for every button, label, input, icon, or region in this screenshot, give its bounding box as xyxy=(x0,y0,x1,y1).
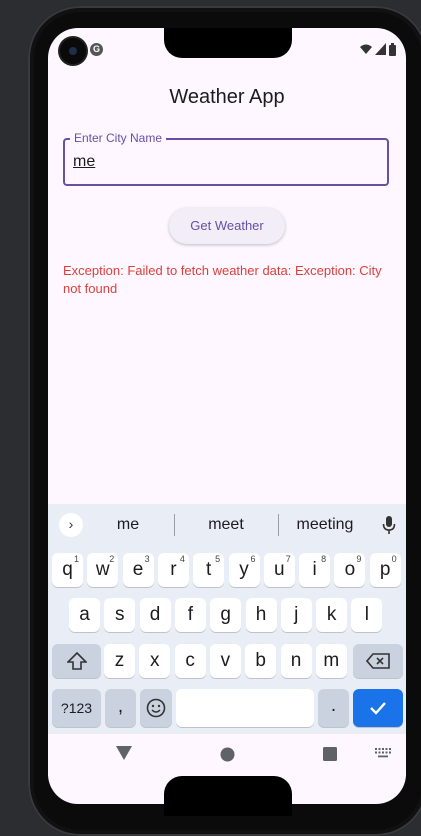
keyboard-switch-icon[interactable] xyxy=(375,748,391,760)
key-label: e xyxy=(132,559,144,580)
back-triangle-icon[interactable] xyxy=(116,746,132,760)
key-label: x xyxy=(150,650,160,671)
key-x[interactable]: x xyxy=(139,644,171,678)
get-weather-button[interactable]: Get Weather xyxy=(169,208,285,244)
key-z[interactable]: z xyxy=(104,644,135,678)
key-label: m xyxy=(323,650,340,671)
backspace-key[interactable] xyxy=(353,644,403,678)
key-hint-number: 5 xyxy=(215,554,221,564)
key-label: g xyxy=(220,604,231,625)
shift-icon xyxy=(65,651,88,670)
suggestion-1[interactable]: me xyxy=(98,516,158,534)
key-hint-number: 6 xyxy=(250,554,256,564)
key-label: r xyxy=(170,559,177,580)
key-label: f xyxy=(187,604,194,625)
key-label: j xyxy=(294,604,299,625)
key-s[interactable]: s xyxy=(104,598,136,632)
key-g[interactable]: g xyxy=(210,598,242,632)
key-label: w xyxy=(95,559,110,580)
status-icons xyxy=(360,42,396,56)
top-notch xyxy=(164,28,292,58)
suggestion-2[interactable]: meet xyxy=(190,516,262,534)
key-hint-number: 9 xyxy=(356,554,362,564)
key-label: p xyxy=(379,559,391,580)
key-label: n xyxy=(290,650,302,671)
bottom-notch xyxy=(164,776,292,816)
signal-icon xyxy=(375,43,386,55)
key-label: b xyxy=(255,650,266,671)
key-label: h xyxy=(255,604,267,625)
key-hint-number: 1 xyxy=(73,554,79,564)
battery-icon xyxy=(389,42,396,56)
key-hint-number: 7 xyxy=(285,554,291,564)
key-t[interactable]: t5 xyxy=(193,553,225,587)
key-label: i xyxy=(312,559,317,580)
key-m[interactable]: m xyxy=(315,644,347,678)
key-h[interactable]: h xyxy=(245,598,277,632)
city-input[interactable] xyxy=(63,138,389,186)
key-label: z xyxy=(114,650,125,671)
home-circle-icon[interactable] xyxy=(220,747,235,762)
key-i[interactable]: i8 xyxy=(299,553,331,587)
key-label: l xyxy=(364,604,369,625)
city-input-label: Enter City Name xyxy=(70,131,167,145)
google-g-icon: G xyxy=(90,43,103,56)
key-hint-number: 8 xyxy=(321,554,327,564)
city-input-value[interactable]: me xyxy=(73,153,95,171)
key-y[interactable]: y6 xyxy=(228,553,260,587)
key-label: k xyxy=(326,604,337,625)
key-label: d xyxy=(149,604,161,625)
shift-key[interactable] xyxy=(52,644,101,678)
suggestion-divider xyxy=(174,514,175,536)
key-w[interactable]: w2 xyxy=(87,553,119,587)
emoji-icon xyxy=(146,698,166,718)
key-label: u xyxy=(274,559,285,580)
emoji-key[interactable] xyxy=(140,689,172,727)
key-f[interactable]: f xyxy=(174,598,206,632)
chevron-right-icon[interactable]: › xyxy=(59,513,83,537)
comma-key[interactable]: , xyxy=(105,689,136,727)
key-p[interactable]: p0 xyxy=(369,553,401,587)
key-o[interactable]: o9 xyxy=(334,553,366,587)
suggestion-3[interactable]: meeting xyxy=(288,516,362,534)
period-key[interactable]: . xyxy=(318,689,349,727)
key-label: o xyxy=(344,559,356,580)
key-r[interactable]: r4 xyxy=(157,553,189,587)
key-hint-number: 0 xyxy=(391,554,397,564)
key-hint-number: 3 xyxy=(144,554,150,564)
key-v[interactable]: v xyxy=(209,644,241,678)
backspace-icon xyxy=(365,653,390,669)
wifi-icon xyxy=(360,44,372,54)
key-c[interactable]: c xyxy=(174,644,206,678)
check-icon xyxy=(370,702,386,715)
recents-square-icon[interactable] xyxy=(323,747,337,761)
key-l[interactable]: l xyxy=(351,598,383,632)
camera-cutout xyxy=(60,38,86,64)
key-label: c xyxy=(185,650,195,671)
key-label: q xyxy=(62,559,73,580)
mic-icon[interactable] xyxy=(382,515,396,535)
key-b[interactable]: b xyxy=(245,644,277,678)
key-e[interactable]: e3 xyxy=(122,553,154,587)
suggestion-divider xyxy=(278,514,279,536)
key-d[interactable]: d xyxy=(139,598,171,632)
key-q[interactable]: q1 xyxy=(52,553,83,587)
key-label: t xyxy=(206,559,212,580)
app-title: Weather App xyxy=(169,86,285,108)
key-u[interactable]: u7 xyxy=(263,553,295,587)
key-label: a xyxy=(79,604,90,625)
key-label: y xyxy=(239,559,249,580)
key-label: v xyxy=(220,650,231,671)
key-label: s xyxy=(115,604,125,625)
space-key[interactable] xyxy=(176,689,314,727)
key-k[interactable]: k xyxy=(316,598,348,632)
key-j[interactable]: j xyxy=(280,598,312,632)
key-a[interactable]: a xyxy=(69,598,100,632)
symbols-key[interactable]: ?123 xyxy=(52,689,101,727)
key-hint-number: 2 xyxy=(109,554,115,564)
enter-key[interactable] xyxy=(353,689,403,727)
key-hint-number: 4 xyxy=(179,554,185,564)
key-n[interactable]: n xyxy=(280,644,312,678)
error-message: Exception: Failed to fetch weather data:… xyxy=(63,263,382,296)
